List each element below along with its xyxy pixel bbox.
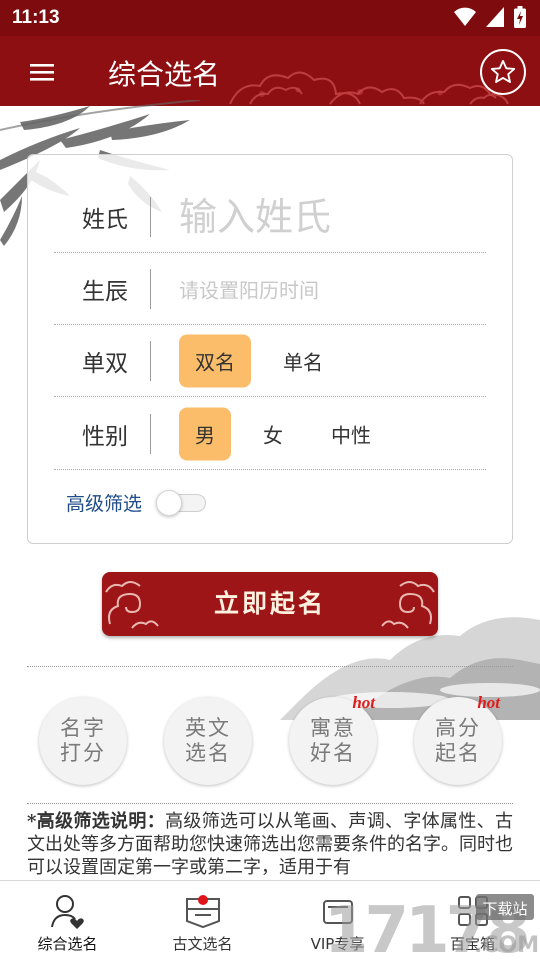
feature-english-name[interactable]: 英文 选名 <box>164 697 252 785</box>
surname-input[interactable] <box>179 194 479 239</box>
separator <box>150 197 151 237</box>
option-neutral[interactable]: 中性 <box>315 407 387 460</box>
status-bar: 11:13 <box>0 0 540 36</box>
separator <box>150 269 151 309</box>
star-icon <box>490 59 516 83</box>
form-card: 姓氏 生辰 请设置阳历时间 单双 双名 单名 性别 男 女 中性 高级筛选 <box>27 154 513 544</box>
tab-comprehensive-naming[interactable]: 综合选名 <box>0 881 135 960</box>
birth-label: 生辰 <box>82 278 128 305</box>
page-title: 综合选名 <box>108 58 221 91</box>
option-double-name[interactable]: 双名 <box>179 334 251 387</box>
status-icons <box>454 6 526 28</box>
option-male[interactable]: 男 <box>179 407 231 460</box>
status-time: 11:13 <box>12 7 60 28</box>
person-heart-icon <box>50 895 84 929</box>
gender-row: 性别 男 女 中性 <box>54 398 486 470</box>
option-single-name[interactable]: 单名 <box>267 334 339 387</box>
separator <box>150 414 151 454</box>
tab-ancient-text-naming[interactable]: 古文选名 <box>135 881 270 960</box>
app-bar: 综合选名 <box>0 36 540 106</box>
wifi-icon <box>454 7 476 26</box>
menu-button[interactable] <box>26 56 58 88</box>
tab-toolbox[interactable]: 百宝箱 <box>405 881 540 960</box>
gender-label: 性别 <box>82 423 128 450</box>
separator <box>150 341 151 381</box>
ancient-book-icon <box>185 895 220 929</box>
birth-row[interactable]: 生辰 请设置阳历时间 <box>54 253 486 325</box>
name-length-row: 单双 双名 单名 <box>54 325 486 397</box>
description-heading: *高级筛选说明： <box>27 811 166 832</box>
birth-date-field[interactable]: 请设置阳历时间 <box>179 274 319 303</box>
advanced-filter-toggle[interactable] <box>156 489 208 516</box>
bottom-tab-bar: 综合选名 古文选名 VIP专享 百宝箱 <box>0 880 540 960</box>
hot-badge: hot <box>477 693 500 712</box>
divider <box>27 666 513 667</box>
advanced-filter-description: *高级筛选说明：高级筛选可以从笔画、声调、字体属性、古文出处等多方面帮助您快速筛… <box>27 810 513 880</box>
grid-box-icon <box>457 896 488 926</box>
vip-crown-icon <box>322 900 353 924</box>
surname-label: 姓氏 <box>82 206 128 233</box>
surname-row: 姓氏 <box>54 181 486 253</box>
signal-icon <box>486 7 504 27</box>
feature-meaningful-name[interactable]: 寓意 好名 hot <box>289 693 377 785</box>
feature-name-score[interactable]: 名字 打分 <box>39 697 127 785</box>
battery-icon <box>514 6 526 28</box>
option-female[interactable]: 女 <box>247 407 299 460</box>
name-length-label: 单双 <box>82 350 128 377</box>
feature-high-score-name[interactable]: 高分 起名 hot <box>414 693 502 785</box>
generate-names-label: 立即起名 <box>213 589 326 618</box>
advanced-filter-row: 高级筛选 <box>66 489 208 516</box>
tab-vip[interactable]: VIP专享 <box>270 881 405 960</box>
generate-names-button[interactable]: 立即起名 <box>102 572 438 636</box>
hot-badge: hot <box>352 693 375 712</box>
advanced-filter-label[interactable]: 高级筛选 <box>66 489 142 516</box>
favorites-button[interactable] <box>480 49 526 95</box>
divider <box>27 803 513 804</box>
